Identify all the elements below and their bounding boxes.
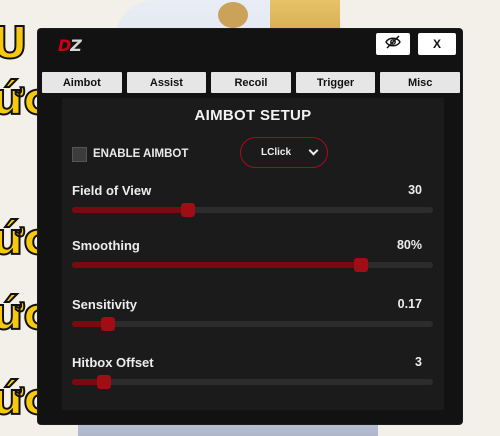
slider-value: 80% — [396, 238, 422, 252]
title-bar[interactable]: DZ X — [38, 29, 462, 63]
cheat-menu-window: DZ X Aimbot Assist Recoil Trigger Misc A… — [38, 29, 462, 424]
slider-handle[interactable] — [353, 258, 368, 272]
slider-track[interactable] — [72, 375, 433, 389]
slider-value: 3 — [415, 355, 422, 369]
character-ornament — [218, 2, 248, 28]
tab-recoil[interactable]: Recoil — [211, 72, 291, 93]
background-text: U — [0, 18, 29, 69]
eye-off-icon — [385, 34, 401, 54]
slider-value: 0.17 — [397, 297, 422, 311]
tab-trigger[interactable]: Trigger — [295, 72, 376, 93]
slider-label: Sensitivity — [72, 297, 138, 312]
slider-label: Field of View — [72, 183, 152, 198]
aim-key-select[interactable]: LClick — [240, 137, 328, 168]
tab-bar: Aimbot Assist Recoil Trigger Misc — [42, 72, 460, 93]
tab-aimbot[interactable]: Aimbot — [42, 72, 122, 93]
slider-track[interactable] — [72, 258, 433, 272]
slider-fill — [72, 262, 361, 268]
aim-key-value: LClick — [261, 147, 292, 158]
slider-value: 30 — [408, 183, 422, 197]
enable-aimbot-toggle[interactable]: ENABLE AIMBOT — [72, 146, 188, 162]
tab-assist[interactable]: Assist — [126, 72, 207, 93]
hide-menu-button[interactable] — [376, 33, 410, 55]
slider-label: Hitbox Offset — [72, 355, 154, 370]
chevron-down-icon — [308, 145, 319, 156]
slider-track[interactable] — [72, 203, 433, 217]
slider-handle[interactable] — [101, 317, 116, 331]
logo-letter-d: D — [58, 36, 71, 55]
aimbot-settings-panel: AIMBOT SETUP ENABLE AIMBOT LClick Field … — [62, 98, 444, 410]
slider-handle[interactable] — [97, 375, 112, 389]
enable-aimbot-checkbox[interactable] — [72, 146, 87, 162]
slider-track[interactable] — [72, 317, 433, 331]
logo: DZ — [58, 36, 82, 55]
section-heading: AIMBOT SETUP — [194, 107, 312, 124]
slider-label: Smoothing — [72, 238, 140, 253]
slider-handle[interactable] — [180, 203, 195, 217]
slider-fill — [72, 207, 188, 213]
enable-aimbot-label: ENABLE AIMBOT — [93, 148, 189, 160]
tab-misc[interactable]: Misc — [380, 72, 460, 93]
logo-letter-z: Z — [70, 36, 82, 55]
close-button[interactable]: X — [418, 33, 456, 55]
